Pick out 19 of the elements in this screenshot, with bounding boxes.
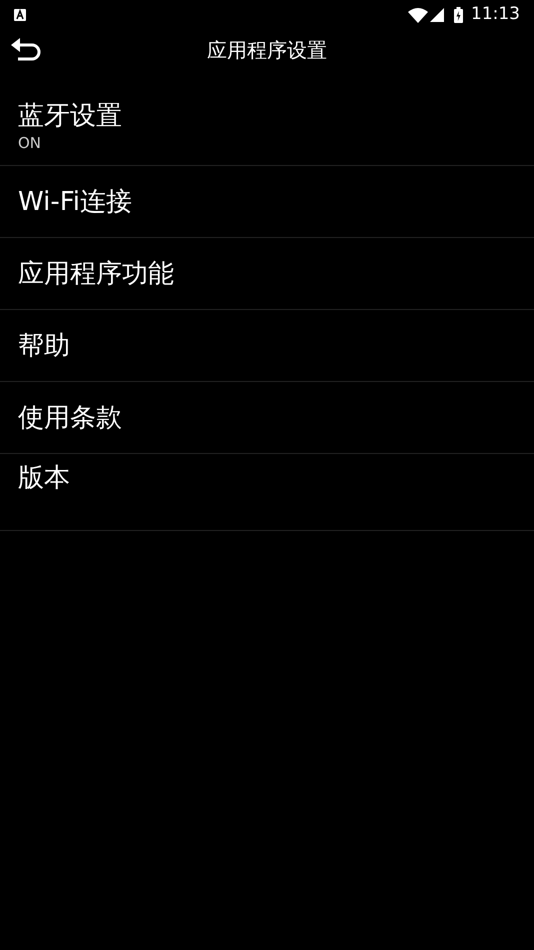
screen-title: 应用程序设置 xyxy=(207,37,327,64)
wifi-icon xyxy=(408,8,428,22)
settings-item[interactable]: 使用条款 xyxy=(0,382,534,454)
settings-item[interactable]: 版本 xyxy=(0,454,534,531)
battery-icon xyxy=(454,7,463,23)
item-title: 蓝牙设置 xyxy=(18,100,123,133)
settings-item[interactable]: 蓝牙设置 ON xyxy=(0,90,534,166)
item-title: 应用程序功能 xyxy=(18,258,174,290)
signal-icon xyxy=(430,8,444,22)
settings-item[interactable]: 帮助 xyxy=(0,310,534,382)
item-title: 版本 xyxy=(18,462,71,495)
clock: 11:13 xyxy=(471,3,520,26)
settings-item[interactable]: 应用程序功能 xyxy=(0,238,534,310)
item-summary: ON xyxy=(18,134,42,152)
settings-item[interactable]: Wi-Fi连接 xyxy=(0,166,534,238)
item-title: 帮助 xyxy=(18,330,70,362)
item-title: 使用条款 xyxy=(18,402,122,434)
item-title: Wi-Fi连接 xyxy=(18,186,132,218)
notification-icon xyxy=(14,9,26,21)
